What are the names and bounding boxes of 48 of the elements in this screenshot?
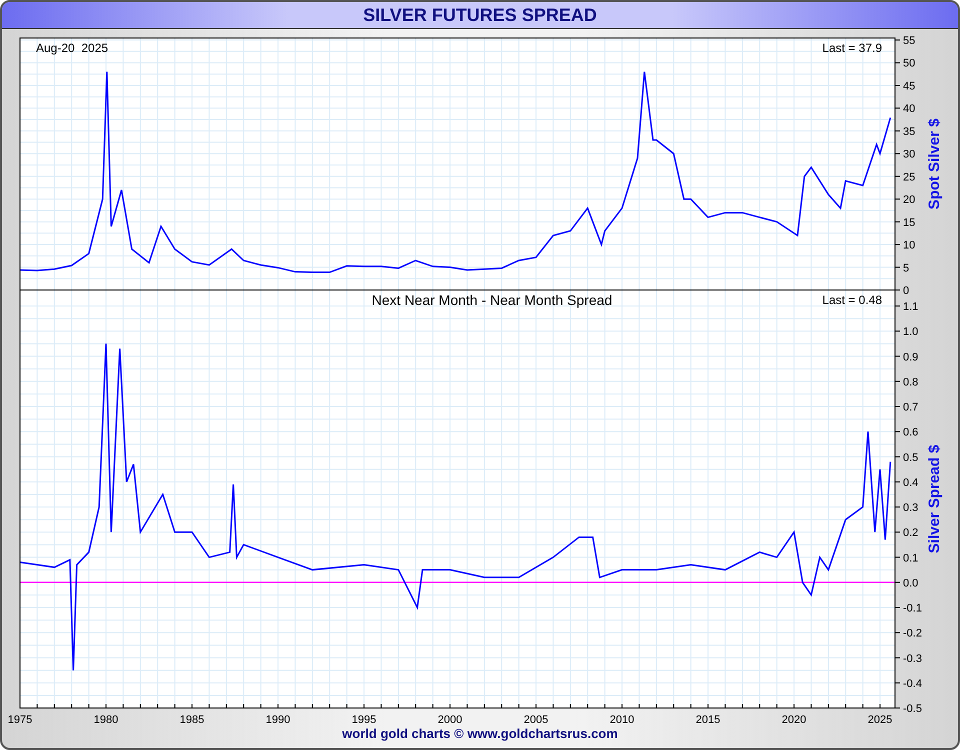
credit-text: world gold charts © www.goldchartsrus.com <box>342 726 618 741</box>
axis-tick-label: 2005 <box>524 714 548 726</box>
axis-tick-label: 0.5 <box>903 452 918 464</box>
axis-title: Spot Silver $ <box>926 118 943 210</box>
axis-tick-label: 1995 <box>352 714 376 726</box>
axis-tick-label: 15 <box>903 216 916 229</box>
axis-tick-label: -0.4 <box>903 678 922 690</box>
axis-title: Silver Spread $ <box>926 444 943 554</box>
axis-tick-label: 55 <box>903 35 916 47</box>
axis-tick-label: 0.1 <box>903 552 918 564</box>
axis-tick-label: 35 <box>903 126 916 138</box>
axis-tick-label: 1975 <box>8 714 32 726</box>
axis-tick-label: 1985 <box>180 714 204 726</box>
axis-tick-label: -0.3 <box>903 652 922 665</box>
axis-tick-label: 0.3 <box>903 502 918 514</box>
axis-tick-label: 0.2 <box>903 527 918 540</box>
axis-tick-label: 50 <box>903 58 916 70</box>
axis-tick-label: 0.9 <box>903 351 918 364</box>
axis-tick-label: 10 <box>903 240 916 252</box>
axis-tick-label: 0.7 <box>903 402 918 414</box>
axis-tick-label: 1.1 <box>903 301 918 313</box>
axis-tick-label: 0.6 <box>903 426 918 439</box>
axis-tick-label: 45 <box>903 80 916 92</box>
axis-tick-label: 2000 <box>438 714 462 726</box>
axis-tick-label: 1980 <box>94 714 118 726</box>
chart-title: Next Near Month - Near Month Spread <box>372 292 612 308</box>
axis-tick-label: 0.0 <box>903 577 918 590</box>
axis-tick-label: 0 <box>903 285 910 297</box>
axis-tick-label: 2010 <box>610 714 634 726</box>
axis-tick-label: 1990 <box>266 714 290 726</box>
axis-tick-label: 40 <box>903 103 916 116</box>
last-value: Last = 37.9 <box>822 41 882 55</box>
last-value: Last = 0.48 <box>822 293 882 307</box>
axis-tick-label: -0.2 <box>903 628 922 640</box>
axis-tick-label: 2025 <box>868 714 892 726</box>
axis-tick-label: 2015 <box>696 714 720 726</box>
axis-tick-label: 25 <box>903 171 916 184</box>
axis-tick-label: 1.0 <box>903 326 918 338</box>
axis-tick-label: -0.1 <box>903 602 922 614</box>
axis-tick-label: 0.8 <box>903 376 918 388</box>
axis-tick-label: 2020 <box>782 714 806 726</box>
axis-tick-label: -0.5 <box>903 703 922 715</box>
axis-tick-label: 30 <box>903 148 916 161</box>
axis-tick-label: 5 <box>903 262 910 274</box>
axis-tick-label: 20 <box>903 194 916 206</box>
axis-tick-label: 0.4 <box>903 476 918 489</box>
date-label: Aug-20 2025 <box>36 41 108 55</box>
window-title: SILVER FUTURES SPREAD <box>363 4 597 26</box>
